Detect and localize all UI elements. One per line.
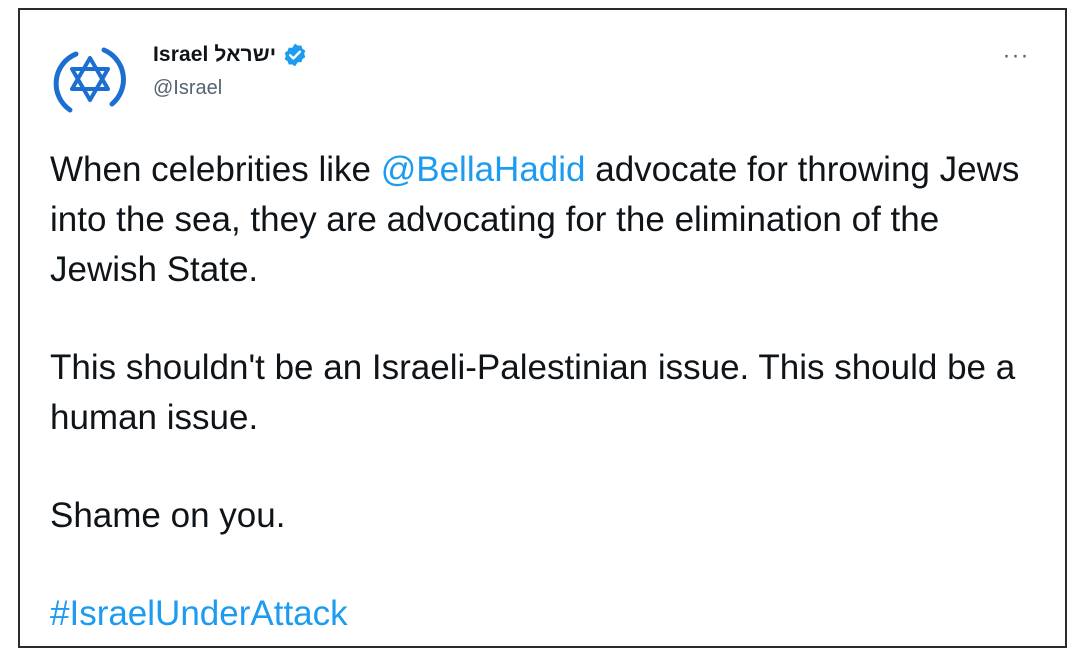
- author-display-name[interactable]: Israel ישראל: [153, 43, 276, 67]
- tweet-text-segment: When celebrities like: [50, 150, 381, 189]
- more-options-icon[interactable]: ···: [996, 42, 1036, 70]
- tweet-header: Israel ישראל @Israel ···: [46, 32, 1036, 124]
- star-of-david-icon: [53, 47, 126, 113]
- author-handle[interactable]: @Israel: [153, 77, 308, 100]
- verified-badge-icon: [282, 42, 308, 68]
- tweet-text: When celebrities like @BellaHadid advoca…: [50, 145, 1040, 639]
- tweet-card: Israel ישראל @Israel ··· When celebritie…: [18, 8, 1067, 648]
- author-info: Israel ישראל @Israel: [153, 38, 308, 100]
- avatar[interactable]: [46, 36, 134, 124]
- tweet-paragraph-1: When celebrities like @BellaHadid advoca…: [50, 145, 1040, 295]
- tweet-paragraph-2: This shouldn't be an Israeli-Palestinian…: [50, 348, 1016, 437]
- tweet-paragraph-3: Shame on you.: [50, 496, 286, 535]
- mention-link[interactable]: @BellaHadid: [381, 150, 586, 189]
- hashtag-link[interactable]: #IsraelUnderAttack: [50, 589, 1040, 639]
- author-name-row: Israel ישראל: [153, 38, 308, 72]
